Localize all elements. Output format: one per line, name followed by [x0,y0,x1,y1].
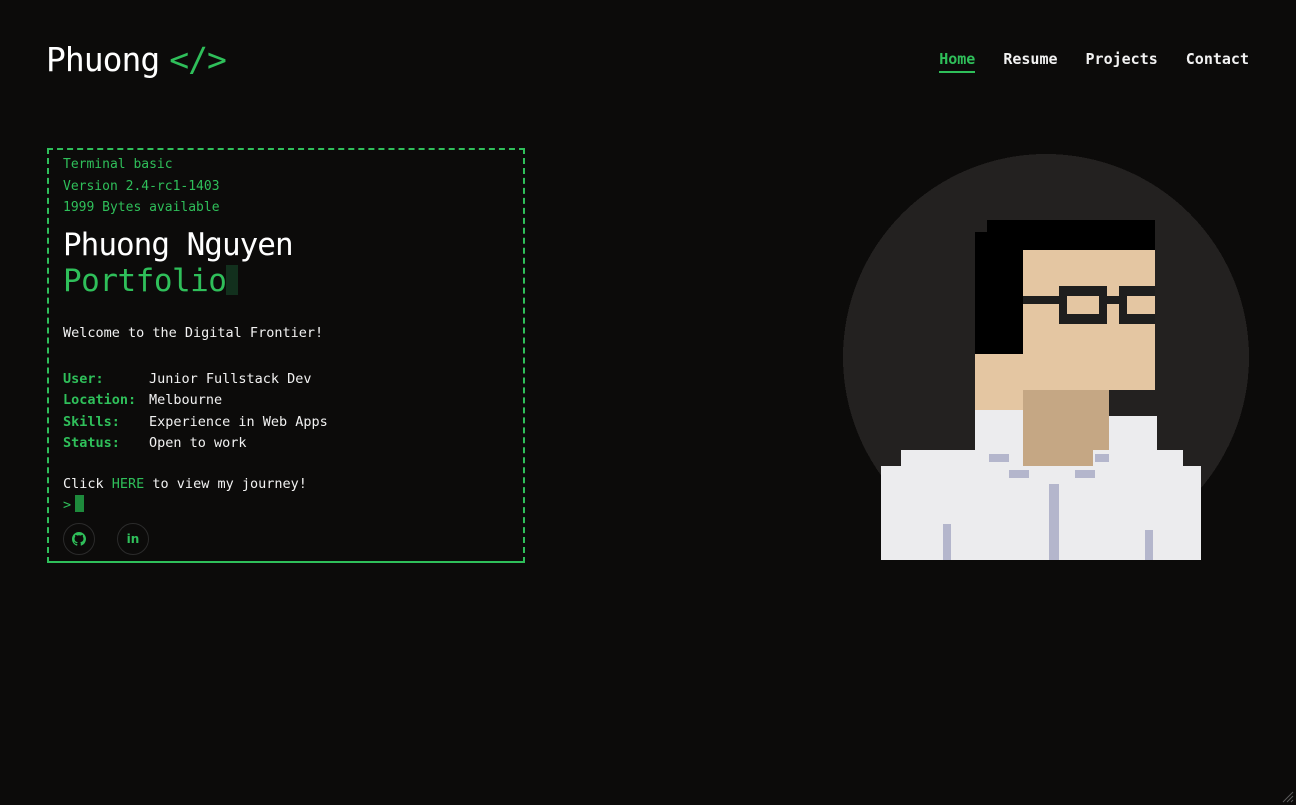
pixel-avatar [843,154,1249,560]
site-logo[interactable]: Phuong </> [46,40,227,79]
prompt-cursor [75,494,85,512]
info-key: Status: [63,435,120,451]
avatar-collar [1109,416,1157,466]
info-key: Location: [63,392,137,408]
avatar-placket [1049,484,1059,560]
linkedin-link[interactable]: in [117,522,149,555]
terminal-line-3: 1999 Bytes available [63,200,220,215]
welcome-message: Welcome to the Digital Frontier! [63,324,324,341]
terminal-line-2: Version 2.4-rc1-1403 [63,178,220,194]
nav-projects-link[interactable]: Projects [1086,50,1158,73]
journey-suffix: to view my journey! [144,475,307,492]
command-prompt[interactable]: > [63,494,509,513]
avatar-collar-line [1095,454,1109,462]
hero-title-text: Portfolio [63,262,227,299]
avatar-collar-line [1075,470,1095,478]
nav-home-link[interactable]: Home [939,50,976,73]
journey-link[interactable]: HERE [112,476,145,492]
info-value: Open to work [149,435,247,451]
linkedin-icon: in [126,531,140,546]
github-icon [72,531,86,546]
info-value: Experience in Web Apps [149,413,328,430]
info-list: User: Junior Fullstack Dev Location: Mel… [63,369,509,455]
avatar-fold [943,524,951,560]
avatar-fold [1145,530,1153,560]
hero-name: Phuong Nguyen [63,226,294,263]
info-row-location: Location: Melbourne [63,390,509,412]
avatar-collar-line [1009,470,1029,478]
info-row-status: Status: Open to work [63,433,509,455]
prompt-symbol: > [63,496,72,513]
info-key: Skills: [63,413,120,430]
avatar-hair-side [975,232,1023,354]
avatar-collar-line [989,454,1009,462]
main-nav: Home Resume Projects Contact [939,50,1249,73]
resize-handle-icon[interactable] [1282,791,1294,803]
hero-title: Portfolio [63,263,509,299]
terminal-panel: Terminal basic Version 2.4-rc1-1403 1999… [47,148,525,563]
info-row-skills: Skills: Experience in Web Apps [63,412,509,434]
avatar-face-left [975,354,1023,410]
info-row-user: User: Junior Fullstack Dev [63,369,509,391]
journey-prefix: Click [63,475,112,492]
nav-resume-link[interactable]: Resume [1003,50,1057,73]
code-tag-icon: </> [169,40,227,79]
github-link[interactable] [63,522,95,555]
info-value: Junior Fullstack Dev [149,370,312,387]
info-key: User: [63,370,104,387]
logo-name: Phuong [46,40,160,79]
social-links: in [63,522,509,555]
avatar-glasses-right-lens [1127,296,1155,314]
terminal-line-1: Terminal basic [63,157,173,172]
nav-contact-link[interactable]: Contact [1186,50,1249,73]
info-value: Melbourne [149,392,223,408]
avatar-glasses-left-lens [1067,296,1099,314]
journey-prompt: Click HERE to view my journey! [63,476,509,492]
title-cursor [226,264,239,295]
